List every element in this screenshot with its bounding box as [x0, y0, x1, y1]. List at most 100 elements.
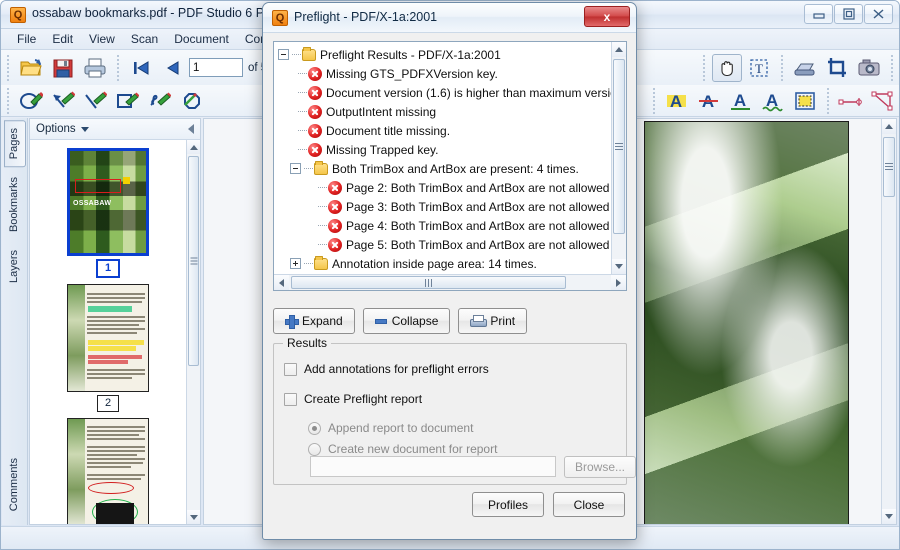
dialog-title-bar[interactable]: Q Preflight - PDF/X-1a:2001 x: [263, 3, 636, 33]
page-thumbnail-2[interactable]: [67, 284, 149, 392]
minimize-button[interactable]: [804, 4, 833, 24]
scrollbar-thumb[interactable]: [613, 59, 625, 234]
sidebar-tab-layers[interactable]: Layers: [4, 242, 26, 291]
squiggly-text-icon[interactable]: A: [758, 87, 788, 115]
menu-item-scan[interactable]: Scan: [123, 30, 166, 48]
preflight-dialog: Q Preflight - PDF/X-1a:2001 x Preflight …: [262, 2, 637, 540]
tree-node[interactable]: Document version (1.6) is higher than ma…: [276, 83, 611, 102]
thumbnail-options-bar[interactable]: Options: [30, 119, 200, 140]
tree-node[interactable]: Page 2: Both TrimBox and ArtBox are not …: [276, 178, 611, 197]
viewer-scrollbar[interactable]: [881, 119, 896, 524]
scroll-up-icon[interactable]: [882, 119, 896, 134]
tree-node[interactable]: Page 3: Both TrimBox and ArtBox are not …: [276, 197, 611, 216]
menu-item-view[interactable]: View: [81, 30, 123, 48]
scroll-right-icon[interactable]: [611, 275, 626, 290]
freehand-annot-icon[interactable]: [144, 87, 174, 115]
report-path-input[interactable]: [310, 456, 556, 477]
first-page-icon[interactable]: [126, 54, 156, 82]
print-icon[interactable]: [80, 54, 110, 82]
svg-text:T: T: [755, 61, 763, 76]
perimeter-measure-icon[interactable]: [868, 87, 898, 115]
arrow-annot-icon[interactable]: [48, 87, 78, 115]
menu-item-edit[interactable]: Edit: [44, 30, 81, 48]
distance-measure-icon[interactable]: [836, 87, 866, 115]
tree-node[interactable]: Preflight Results - PDF/X-1a:2001: [276, 45, 611, 64]
thumbnail-item[interactable]: 2: [30, 284, 186, 412]
tree-node[interactable]: OutputIntent missing: [276, 102, 611, 121]
scroll-left-icon[interactable]: [274, 275, 289, 290]
hand-tool-icon[interactable]: [712, 53, 742, 82]
highlight-text-icon[interactable]: A: [662, 87, 692, 115]
camera-snapshot-icon[interactable]: [854, 54, 884, 82]
line-annot-icon[interactable]: [80, 87, 110, 115]
page-thumbnail-1[interactable]: OSSABAW: [67, 148, 149, 256]
add-annotations-checkbox[interactable]: [284, 362, 297, 376]
open-icon[interactable]: [16, 54, 46, 82]
tree-node[interactable]: Annotation inside page area: 14 times.: [276, 254, 611, 273]
tree-node[interactable]: Missing Trapped key.: [276, 140, 611, 159]
tree-node[interactable]: Both TrimBox and ArtBox are present: 4 t…: [276, 159, 611, 178]
scroll-down-icon[interactable]: [882, 509, 896, 524]
scroll-up-icon[interactable]: [187, 140, 200, 154]
tree-node[interactable]: Missing GTS_PDFXVersion key.: [276, 64, 611, 83]
save-icon[interactable]: [48, 54, 78, 82]
thumbnail-item[interactable]: OSSABAW 1: [30, 148, 186, 278]
thumbnail-list[interactable]: OSSABAW 1 2: [30, 140, 186, 524]
expander-minus-icon[interactable]: [290, 163, 301, 174]
expander-plus-icon[interactable]: [290, 258, 301, 269]
create-report-checkbox-row[interactable]: Create Preflight report: [284, 392, 422, 406]
ellipse-annot-icon[interactable]: [16, 87, 46, 115]
close-button[interactable]: Close: [553, 492, 625, 517]
menu-item-document[interactable]: Document: [166, 30, 237, 48]
text-select-icon[interactable]: T: [744, 54, 774, 82]
scanner-icon[interactable]: [790, 54, 820, 82]
scrollbar-thumb[interactable]: [883, 137, 895, 197]
cloud-annot-icon[interactable]: [176, 87, 206, 115]
expander-minus-icon[interactable]: [278, 49, 289, 60]
scrollbar-thumb[interactable]: [188, 156, 199, 366]
profiles-button[interactable]: Profiles: [472, 492, 544, 517]
toolbar-separator: [7, 54, 9, 81]
preflight-results-tree[interactable]: Preflight Results - PDF/X-1a:2001 Missin…: [274, 42, 611, 274]
sidebar-tab-comments[interactable]: Comments: [4, 450, 26, 519]
tree-horizontal-scrollbar[interactable]: [274, 274, 626, 290]
area-highlight-icon[interactable]: [790, 87, 820, 115]
rectangle-annot-icon[interactable]: [112, 87, 142, 115]
thumbnail-item[interactable]: 3: [30, 418, 186, 524]
append-report-radio[interactable]: [308, 421, 321, 435]
strikeout-text-icon[interactable]: A: [694, 87, 724, 115]
add-annotations-checkbox-row[interactable]: Add annotations for preflight errors: [284, 362, 489, 376]
page-thumbnail-3[interactable]: [67, 418, 149, 524]
print-button[interactable]: Print: [458, 308, 528, 334]
expand-button[interactable]: Expand: [273, 308, 355, 334]
new-document-radio-row[interactable]: Create new document for report: [308, 442, 497, 456]
tree-node[interactable]: Page 5: Both TrimBox and ArtBox are not …: [276, 235, 611, 254]
collapse-button[interactable]: Collapse: [362, 308, 451, 334]
sidebar-tab-bookmarks[interactable]: Bookmarks: [4, 169, 26, 240]
scrollbar-thumb[interactable]: [291, 276, 566, 289]
browse-button[interactable]: Browse...: [564, 456, 636, 478]
dialog-close-button[interactable]: x: [584, 6, 630, 27]
crop-icon[interactable]: [822, 54, 852, 82]
append-report-radio-row[interactable]: Append report to document: [308, 421, 473, 435]
underline-text-icon[interactable]: A: [726, 87, 756, 115]
chevron-down-icon[interactable]: [80, 126, 89, 132]
create-report-checkbox[interactable]: [284, 392, 297, 406]
collapse-panel-icon[interactable]: [188, 124, 194, 134]
page-number-input[interactable]: 1: [189, 58, 243, 77]
scroll-down-icon[interactable]: [187, 510, 200, 524]
tree-node[interactable]: Page 4: Both TrimBox and ArtBox are not …: [276, 216, 611, 235]
menu-item-file[interactable]: File: [9, 30, 44, 48]
new-document-radio[interactable]: [308, 442, 321, 456]
toolbar-separator: [827, 87, 829, 114]
maximize-button[interactable]: [834, 4, 863, 24]
scroll-down-icon[interactable]: [612, 259, 626, 274]
scroll-up-icon[interactable]: [612, 42, 626, 57]
sidebar-tab-pages[interactable]: Pages: [4, 120, 26, 168]
tree-vertical-scrollbar[interactable]: [611, 42, 626, 274]
thumbnail-scrollbar[interactable]: [186, 140, 200, 524]
close-button[interactable]: [864, 4, 893, 24]
tree-connector: [304, 263, 314, 264]
prev-page-icon[interactable]: [158, 54, 188, 82]
tree-node[interactable]: Document title missing.: [276, 121, 611, 140]
